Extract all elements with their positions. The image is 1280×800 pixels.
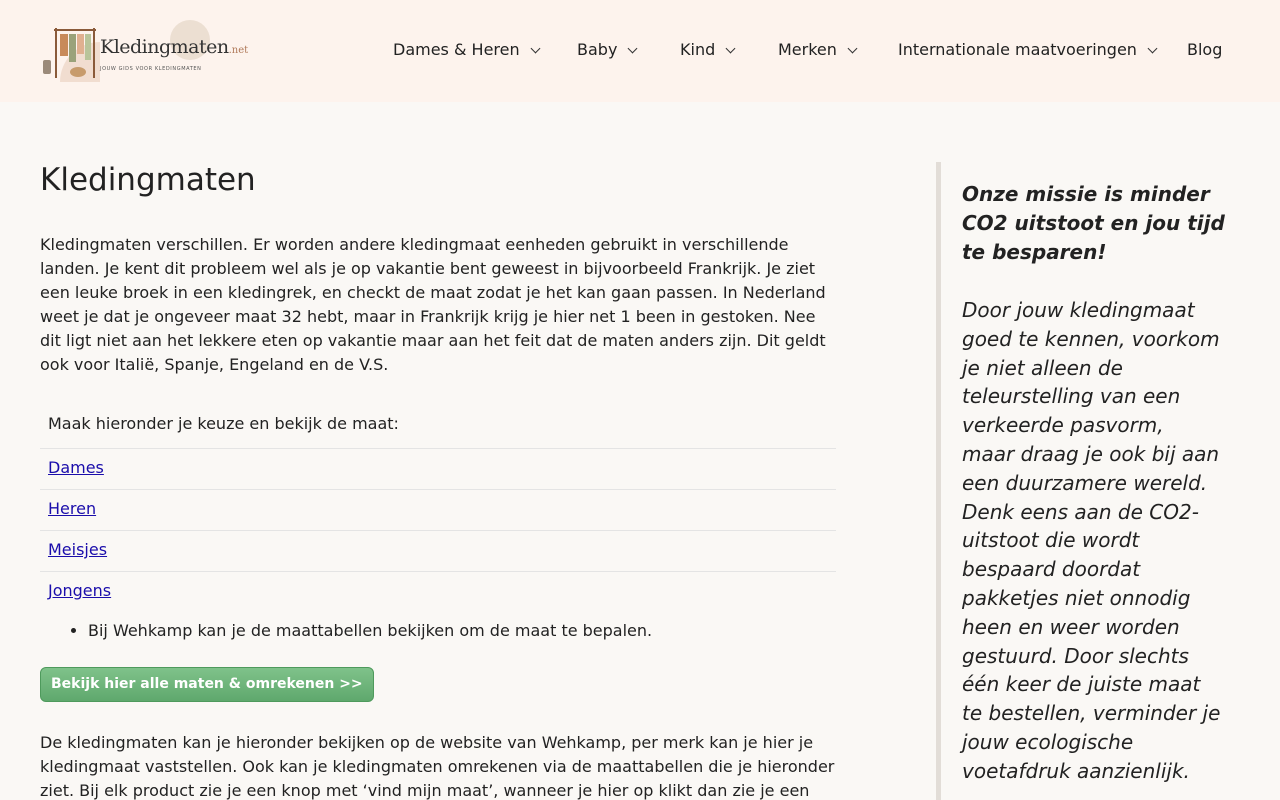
choice-row: Jongens xyxy=(40,572,836,613)
chevron-down-icon xyxy=(847,43,858,53)
choice-table: Maak hieronder je keuze en bekijk de maa… xyxy=(40,407,836,613)
chevron-down-icon xyxy=(530,43,541,53)
nav-label: Kind xyxy=(680,40,716,59)
nav-item-baby[interactable]: Baby xyxy=(577,40,638,60)
nav-item-internationale-maatvoeringen[interactable]: Internationale maatvoeringen xyxy=(898,40,1158,60)
chevron-down-icon xyxy=(1147,43,1158,53)
main-content: Kledingmaten Kledingmaten verschillen. E… xyxy=(40,160,840,800)
nav-item-kind[interactable]: Kind xyxy=(680,40,736,60)
outro-paragraph: De kledingmaten kan je hieronder bekijke… xyxy=(40,733,835,800)
choice-link-heren[interactable]: Heren xyxy=(48,499,96,518)
choice-heading: Maak hieronder je keuze en bekijk de maa… xyxy=(40,407,836,449)
nav-label: Internationale maatvoeringen xyxy=(898,40,1137,59)
view-all-sizes-button[interactable]: Bekijk hier alle maten & omrekenen >> xyxy=(40,667,374,702)
nav-item-blog[interactable]: Blog xyxy=(1187,40,1222,60)
site-header: Kledingmaten.net JOUW GIDS VOOR KLEDINGM… xyxy=(0,0,1280,102)
choice-link-jongens[interactable]: Jongens xyxy=(48,581,111,600)
mission-body: Door jouw kledingmaat goed te kennen, vo… xyxy=(962,298,1221,783)
intro-paragraph: Kledingmaten verschillen. Er worden ande… xyxy=(40,235,826,374)
mission-title: Onze missie is minder CO2 uitstoot en jo… xyxy=(962,182,1225,264)
nav-item-dames-heren[interactable]: Dames & Heren xyxy=(393,40,541,60)
logo-wordmark: Kledingmaten.net xyxy=(100,36,249,58)
choice-link-dames[interactable]: Dames xyxy=(48,458,104,477)
nav-label: Baby xyxy=(577,40,618,59)
choice-link-meisjes[interactable]: Meisjes xyxy=(48,540,107,559)
chevron-down-icon xyxy=(725,43,736,53)
nav-label: Blog xyxy=(1187,40,1223,59)
nav-label: Dames & Heren xyxy=(393,40,520,59)
info-list: Bij Wehkamp kan je de maattabellen bekij… xyxy=(40,619,840,643)
logo-tagline: JOUW GIDS VOOR KLEDINGMATEN xyxy=(100,66,202,72)
site-logo[interactable]: Kledingmaten.net JOUW GIDS VOOR KLEDINGM… xyxy=(40,20,248,82)
nav-label: Merken xyxy=(778,40,837,59)
choice-row: Heren xyxy=(40,490,836,531)
mission-sidebar: Onze missie is minder CO2 uitstoot en jo… xyxy=(936,162,1240,800)
chevron-down-icon xyxy=(627,43,638,53)
list-item: Bij Wehkamp kan je de maattabellen bekij… xyxy=(88,619,840,643)
choice-row: Meisjes xyxy=(40,531,836,572)
choice-row: Dames xyxy=(40,449,836,490)
nav-item-merken[interactable]: Merken xyxy=(778,40,858,60)
page-title: Kledingmaten xyxy=(40,162,256,198)
